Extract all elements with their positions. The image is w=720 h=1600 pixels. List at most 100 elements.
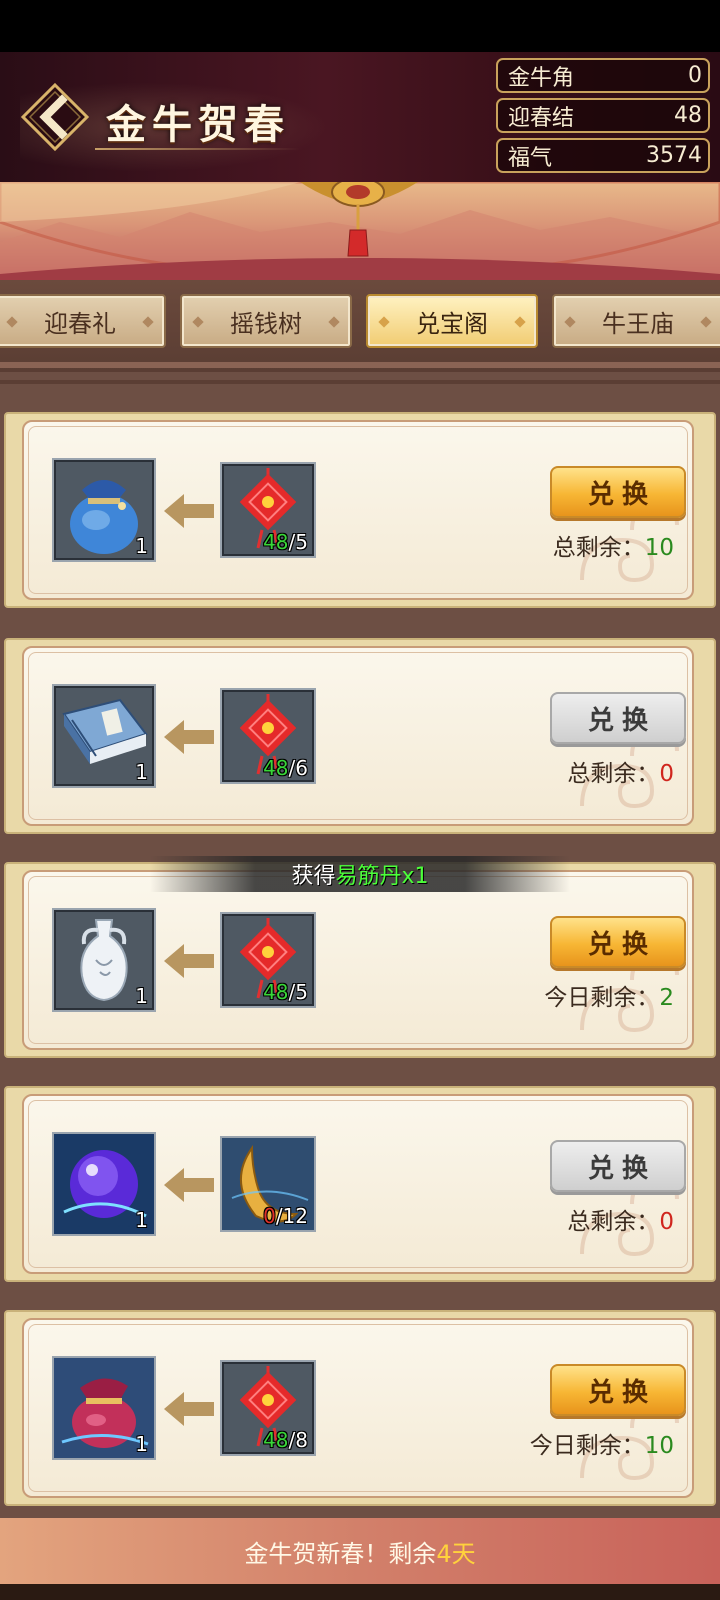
tab-label: 牛王庙 bbox=[602, 309, 674, 338]
cost-required: /12 bbox=[275, 1204, 308, 1228]
exchange-card: 1 0/12 兑换 总剩余：0 bbox=[4, 1086, 716, 1282]
cost-quantity: 48/5 bbox=[263, 980, 308, 1004]
resource-fortune: 福气 3574 bbox=[496, 138, 710, 173]
header: 金牛贺春 金牛角 0 迎春结 48 福气 3574 bbox=[0, 52, 720, 182]
event-countdown-bar: 金牛贺新春！剩余 4天 bbox=[0, 1518, 720, 1584]
toast-item: 易筋丹x1 bbox=[335, 864, 429, 889]
exchange-card: 1 48/6 兑换 总剩余：0 bbox=[4, 638, 716, 834]
tab-label: 兑宝阁 bbox=[416, 309, 488, 338]
exchange-button[interactable]: 兑换 bbox=[550, 692, 686, 744]
cost-owned: 48 bbox=[263, 1428, 289, 1452]
reward-slot[interactable]: 1 bbox=[52, 908, 156, 1012]
cost-quantity: 48/8 bbox=[263, 1428, 308, 1452]
resource-value: 0 bbox=[688, 63, 702, 88]
exchange-button[interactable]: 兑换 bbox=[550, 1140, 686, 1192]
left-arrow-icon bbox=[164, 720, 214, 754]
mountain-banner-art bbox=[0, 182, 720, 280]
tab-money-tree[interactable]: 摇钱树 bbox=[180, 294, 352, 348]
remaining-count: 总剩余：10 bbox=[553, 528, 674, 562]
remaining-count: 今日剩余：2 bbox=[544, 978, 674, 1012]
cost-required: /5 bbox=[288, 980, 308, 1004]
reward-toast: 获得 易筋丹x1 bbox=[150, 856, 570, 892]
reward-quantity: 1 bbox=[135, 984, 148, 1008]
cost-slot[interactable]: 48/5 bbox=[220, 912, 316, 1008]
exchange-button[interactable]: 兑换 bbox=[550, 1364, 686, 1416]
reward-slot[interactable]: 1 bbox=[52, 1356, 156, 1460]
title-underline bbox=[95, 148, 300, 150]
reward-quantity: 1 bbox=[135, 1432, 148, 1456]
cost-slot[interactable]: 48/5 bbox=[220, 462, 316, 558]
tab-ornament bbox=[328, 316, 340, 328]
card-panel: 1 48/8 兑换 今日剩余：10 bbox=[22, 1318, 694, 1498]
tab-ornament bbox=[514, 316, 526, 328]
exchange-button[interactable]: 兑换 bbox=[550, 466, 686, 518]
card-panel: 1 0/12 兑换 总剩余：0 bbox=[22, 1094, 694, 1274]
cost-required: /6 bbox=[288, 756, 308, 780]
tab-label: 摇钱树 bbox=[230, 309, 302, 338]
reward-slot[interactable]: 1 bbox=[52, 1132, 156, 1236]
reward-slot[interactable]: 1 bbox=[52, 684, 156, 788]
resource-name: 福气 bbox=[508, 145, 553, 171]
tab-ornament bbox=[192, 316, 204, 328]
cost-owned: 48 bbox=[263, 980, 289, 1004]
exchange-button[interactable]: 兑换 bbox=[550, 916, 686, 968]
left-arrow-icon bbox=[164, 944, 214, 978]
cost-required: /8 bbox=[288, 1428, 308, 1452]
cost-slot[interactable]: 0/12 bbox=[220, 1136, 316, 1232]
cost-slot[interactable]: 48/6 bbox=[220, 688, 316, 784]
cost-quantity: 48/5 bbox=[263, 530, 308, 554]
cost-required: /5 bbox=[288, 530, 308, 554]
tab-label: 迎春礼 bbox=[44, 309, 116, 338]
decorative-banner bbox=[0, 182, 720, 280]
tab-ornament bbox=[564, 316, 576, 328]
remaining-label: 总剩余： bbox=[552, 535, 645, 561]
resource-name: 迎春结 bbox=[508, 105, 575, 131]
remaining-value: 0 bbox=[659, 761, 674, 787]
remaining-label: 今日剩余： bbox=[544, 985, 660, 1011]
cost-quantity: 48/6 bbox=[263, 756, 308, 780]
resource-value: 3574 bbox=[646, 143, 702, 168]
tab-bar: 迎春礼 摇钱树 兑宝阁 牛王庙 bbox=[0, 280, 720, 372]
reward-quantity: 1 bbox=[135, 760, 148, 784]
card-panel: 1 48/5 兑换 今日剩余：2 bbox=[22, 870, 694, 1050]
resource-golden-horn: 金牛角 0 bbox=[496, 58, 710, 93]
reward-quantity: 1 bbox=[135, 534, 148, 558]
cost-owned: 0 bbox=[263, 1204, 276, 1228]
tab-ornament bbox=[378, 316, 390, 328]
back-arrow-icon[interactable] bbox=[20, 82, 90, 152]
remaining-value: 10 bbox=[644, 535, 674, 561]
tab-ornament bbox=[142, 316, 154, 328]
page-title: 金牛贺春 bbox=[106, 101, 290, 148]
left-arrow-icon bbox=[164, 1392, 214, 1426]
remaining-count: 今日剩余：10 bbox=[530, 1426, 674, 1460]
countdown-text: 金牛贺新春！剩余 bbox=[244, 1539, 437, 1568]
tab-ornament bbox=[700, 316, 712, 328]
resource-spring-knot: 迎春结 48 bbox=[496, 98, 710, 133]
bottom-edge bbox=[0, 1584, 720, 1600]
remaining-label: 总剩余： bbox=[567, 761, 660, 787]
reward-quantity: 1 bbox=[135, 1208, 148, 1232]
status-bar bbox=[0, 0, 720, 52]
card-panel: 1 48/5 兑换 总剩余：10 bbox=[22, 420, 694, 600]
exchange-list[interactable]: 1 48/5 兑换 总剩余：10 1 48/6 兑换 总剩余：0 1 48/5 … bbox=[0, 372, 720, 1518]
left-arrow-icon bbox=[164, 1168, 214, 1202]
reward-slot[interactable]: 1 bbox=[52, 458, 156, 562]
exchange-card: 1 48/8 兑换 今日剩余：10 bbox=[4, 1310, 716, 1506]
countdown-days: 4天 bbox=[436, 1539, 476, 1568]
tab-shelf bbox=[0, 362, 720, 368]
resource-value: 48 bbox=[674, 103, 702, 128]
resource-name: 金牛角 bbox=[508, 65, 575, 91]
tab-ox-king-temple[interactable]: 牛王庙 bbox=[552, 294, 720, 348]
toast-prefix: 获得 bbox=[291, 864, 336, 889]
tab-treasure-exchange[interactable]: 兑宝阁 bbox=[366, 294, 538, 348]
remaining-value: 2 bbox=[659, 985, 674, 1011]
tab-spring-gift[interactable]: 迎春礼 bbox=[0, 294, 166, 348]
remaining-label: 总剩余： bbox=[567, 1209, 660, 1235]
remaining-label: 今日剩余： bbox=[529, 1433, 645, 1459]
cost-slot[interactable]: 48/8 bbox=[220, 1360, 316, 1456]
remaining-value: 0 bbox=[659, 1209, 674, 1235]
exchange-card: 1 48/5 兑换 总剩余：10 bbox=[4, 412, 716, 608]
card-panel: 1 48/6 兑换 总剩余：0 bbox=[22, 646, 694, 826]
remaining-value: 10 bbox=[644, 1433, 674, 1459]
tab-ornament bbox=[6, 316, 18, 328]
